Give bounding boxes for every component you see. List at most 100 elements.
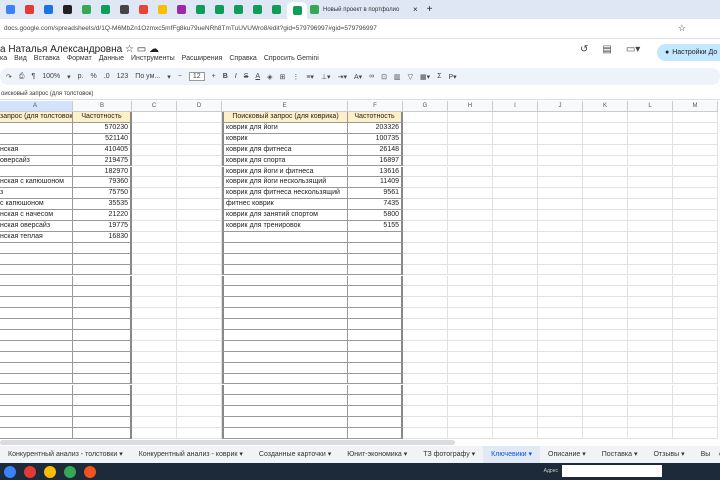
cell[interactable] [177,264,222,276]
cell[interactable] [493,231,538,243]
cell[interactable] [348,297,403,309]
cell[interactable]: коврик для занятий спортом [222,210,348,221]
cell[interactable] [493,264,538,276]
cell[interactable] [73,395,132,407]
cell[interactable] [403,231,448,243]
cell[interactable]: 570230 [73,122,132,134]
column-header-E[interactable]: E [222,101,348,112]
cell[interactable] [673,275,718,287]
cell[interactable] [493,210,538,221]
cell[interactable] [73,264,132,276]
cell[interactable] [628,330,673,341]
cell[interactable] [673,351,718,363]
cell[interactable] [132,253,177,265]
chevron-down-icon[interactable]: ▾ [117,451,123,458]
cell[interactable] [538,199,583,211]
cell[interactable] [448,210,493,221]
cell[interactable] [0,286,73,298]
decimal-icon[interactable]: .0 [104,73,110,80]
cell[interactable] [132,155,177,167]
cell[interactable] [448,166,493,178]
borders-icon[interactable]: ⊞ [279,73,285,81]
cell[interactable] [177,122,222,134]
cell[interactable] [538,362,583,374]
cell[interactable] [583,231,628,243]
cell[interactable] [628,253,673,265]
cell[interactable] [628,308,673,320]
cell[interactable] [628,384,673,396]
sheet-tab[interactable]: ТЗ фотографу ▾ [415,446,483,463]
cell[interactable]: коврик для спорта [222,155,348,167]
cell[interactable] [583,221,628,232]
cell[interactable] [403,286,448,298]
cell[interactable] [132,351,177,363]
cell[interactable] [538,166,583,178]
cell[interactable] [673,417,718,429]
cell[interactable] [0,253,73,265]
number-format-icon[interactable]: 123 [117,73,129,80]
cell[interactable] [583,330,628,341]
chevron-down-icon[interactable]: ▾ [326,451,332,458]
cell[interactable] [583,308,628,320]
cell[interactable] [448,297,493,309]
cell[interactable] [628,242,673,254]
cell[interactable] [0,275,73,287]
menu-item[interactable]: Формат [67,55,92,62]
cell[interactable] [73,242,132,254]
cell[interactable] [403,112,448,123]
cell[interactable] [448,122,493,134]
browser-tab[interactable] [230,3,246,17]
comments-icon[interactable]: ▤ [602,44,611,55]
cell[interactable] [493,199,538,211]
cell[interactable] [132,166,177,178]
cell[interactable] [493,351,538,363]
cell[interactable] [222,297,348,309]
cell[interactable] [132,286,177,298]
cell[interactable] [177,177,222,189]
cell[interactable] [403,177,448,189]
text-color-icon[interactable]: A [255,73,260,80]
sheet-tab[interactable]: Описание ▾ [540,446,594,463]
browser-tab[interactable] [97,3,113,17]
cell[interactable] [0,297,73,309]
cell[interactable] [177,275,222,287]
cell[interactable] [673,340,718,352]
cell[interactable] [673,144,718,156]
cell[interactable] [0,417,73,429]
cell[interactable] [673,319,718,330]
rotate-icon[interactable]: A▾ [354,73,362,81]
cell[interactable] [538,395,583,407]
cell[interactable] [132,199,177,211]
cell[interactable] [448,242,493,254]
cell[interactable] [73,286,132,298]
cell[interactable] [448,373,493,385]
cell[interactable] [583,362,628,374]
taskbar-app-icon[interactable] [4,465,16,478]
cell[interactable] [177,166,222,178]
cell[interactable] [493,373,538,385]
cell[interactable] [628,133,673,145]
star-icon[interactable]: ☆ [125,44,134,55]
cell[interactable] [673,362,718,374]
cell[interactable] [538,406,583,418]
column-header-B[interactable]: B [73,101,132,112]
cell[interactable] [403,155,448,167]
cell[interactable] [448,428,493,439]
menu-item[interactable]: Справка [229,55,256,62]
cell[interactable] [628,155,673,167]
cell[interactable] [222,417,348,429]
cell[interactable] [177,188,222,200]
cell[interactable]: коврик для йоги и фитнеса [222,166,348,178]
cell[interactable] [538,330,583,341]
cell[interactable] [448,253,493,265]
cell[interactable] [73,384,132,396]
cell[interactable] [348,308,403,320]
functions-icon[interactable]: Σ [437,73,441,80]
cell[interactable] [177,133,222,145]
cell[interactable] [403,221,448,232]
cell[interactable] [583,133,628,145]
header-cell[interactable]: запрос (для толстовок) [0,112,73,123]
cell[interactable] [403,297,448,309]
cell[interactable] [628,210,673,221]
cell[interactable] [177,297,222,309]
